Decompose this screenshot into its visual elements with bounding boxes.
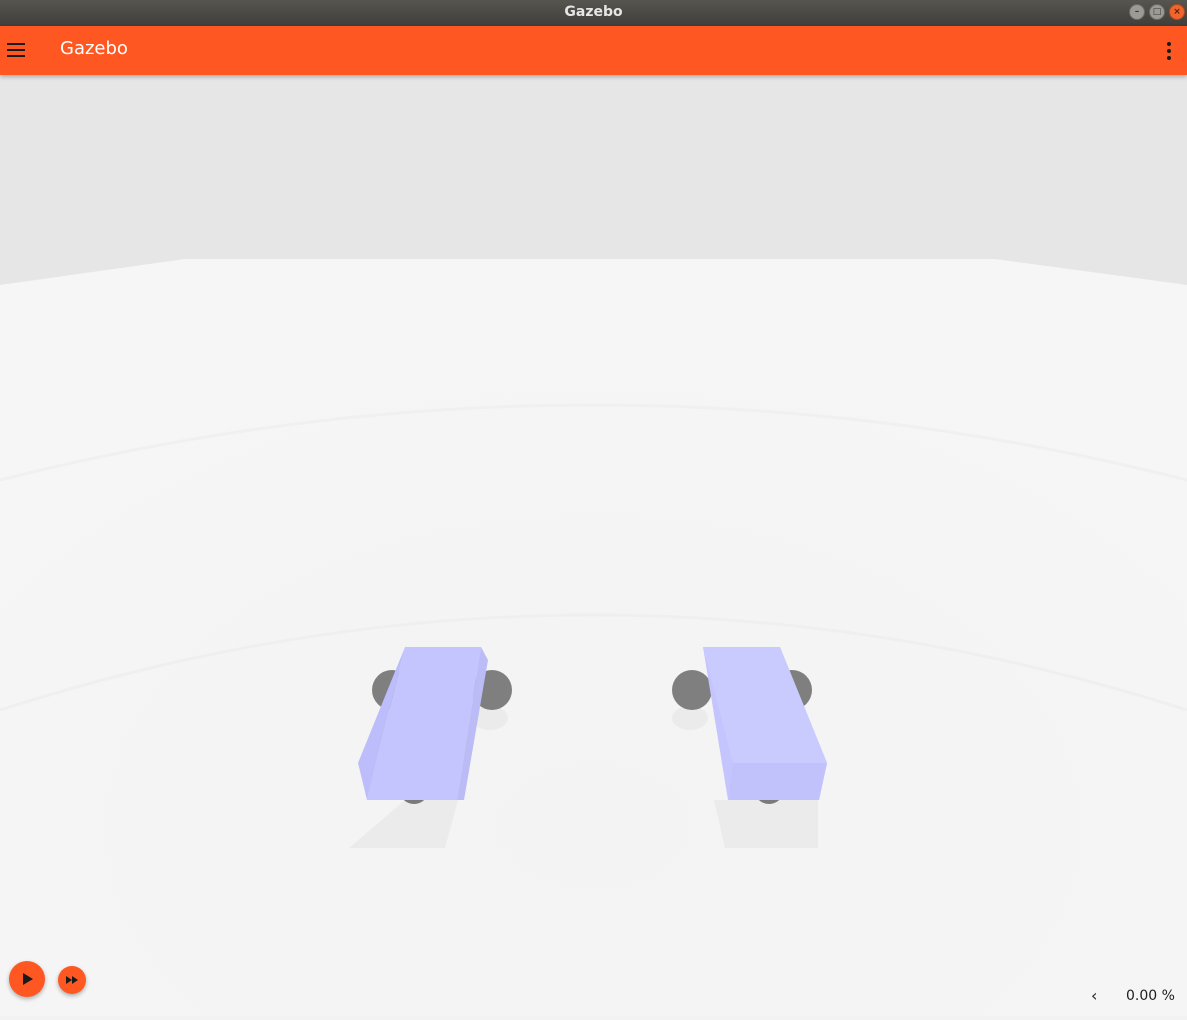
hamburger-menu-icon[interactable]	[7, 43, 25, 57]
app-title: Gazebo	[60, 38, 128, 59]
fast-forward-icon	[66, 976, 78, 984]
step-button[interactable]	[58, 966, 86, 994]
play-icon	[23, 973, 33, 985]
chevron-left-icon[interactable]: ‹	[1091, 986, 1103, 1006]
more-vert-icon[interactable]	[1167, 42, 1171, 60]
close-icon[interactable]: ×	[1169, 4, 1185, 20]
real-time-factor: 0.00 %	[1126, 988, 1175, 1004]
play-button[interactable]	[9, 961, 45, 997]
vehicle-right-shadow	[714, 800, 818, 848]
window-controls: – □ ×	[1129, 4, 1185, 22]
window-titlebar: Gazebo – □ ×	[0, 0, 1187, 26]
window-title: Gazebo	[564, 4, 623, 20]
maximize-icon[interactable]: □	[1149, 4, 1165, 20]
wheel-icon	[672, 670, 712, 710]
minimize-icon[interactable]: –	[1129, 4, 1145, 20]
ground-plane	[0, 259, 1187, 1016]
app-toolbar: Gazebo	[0, 26, 1187, 75]
scene-3d-viewport[interactable]	[0, 75, 1187, 1016]
